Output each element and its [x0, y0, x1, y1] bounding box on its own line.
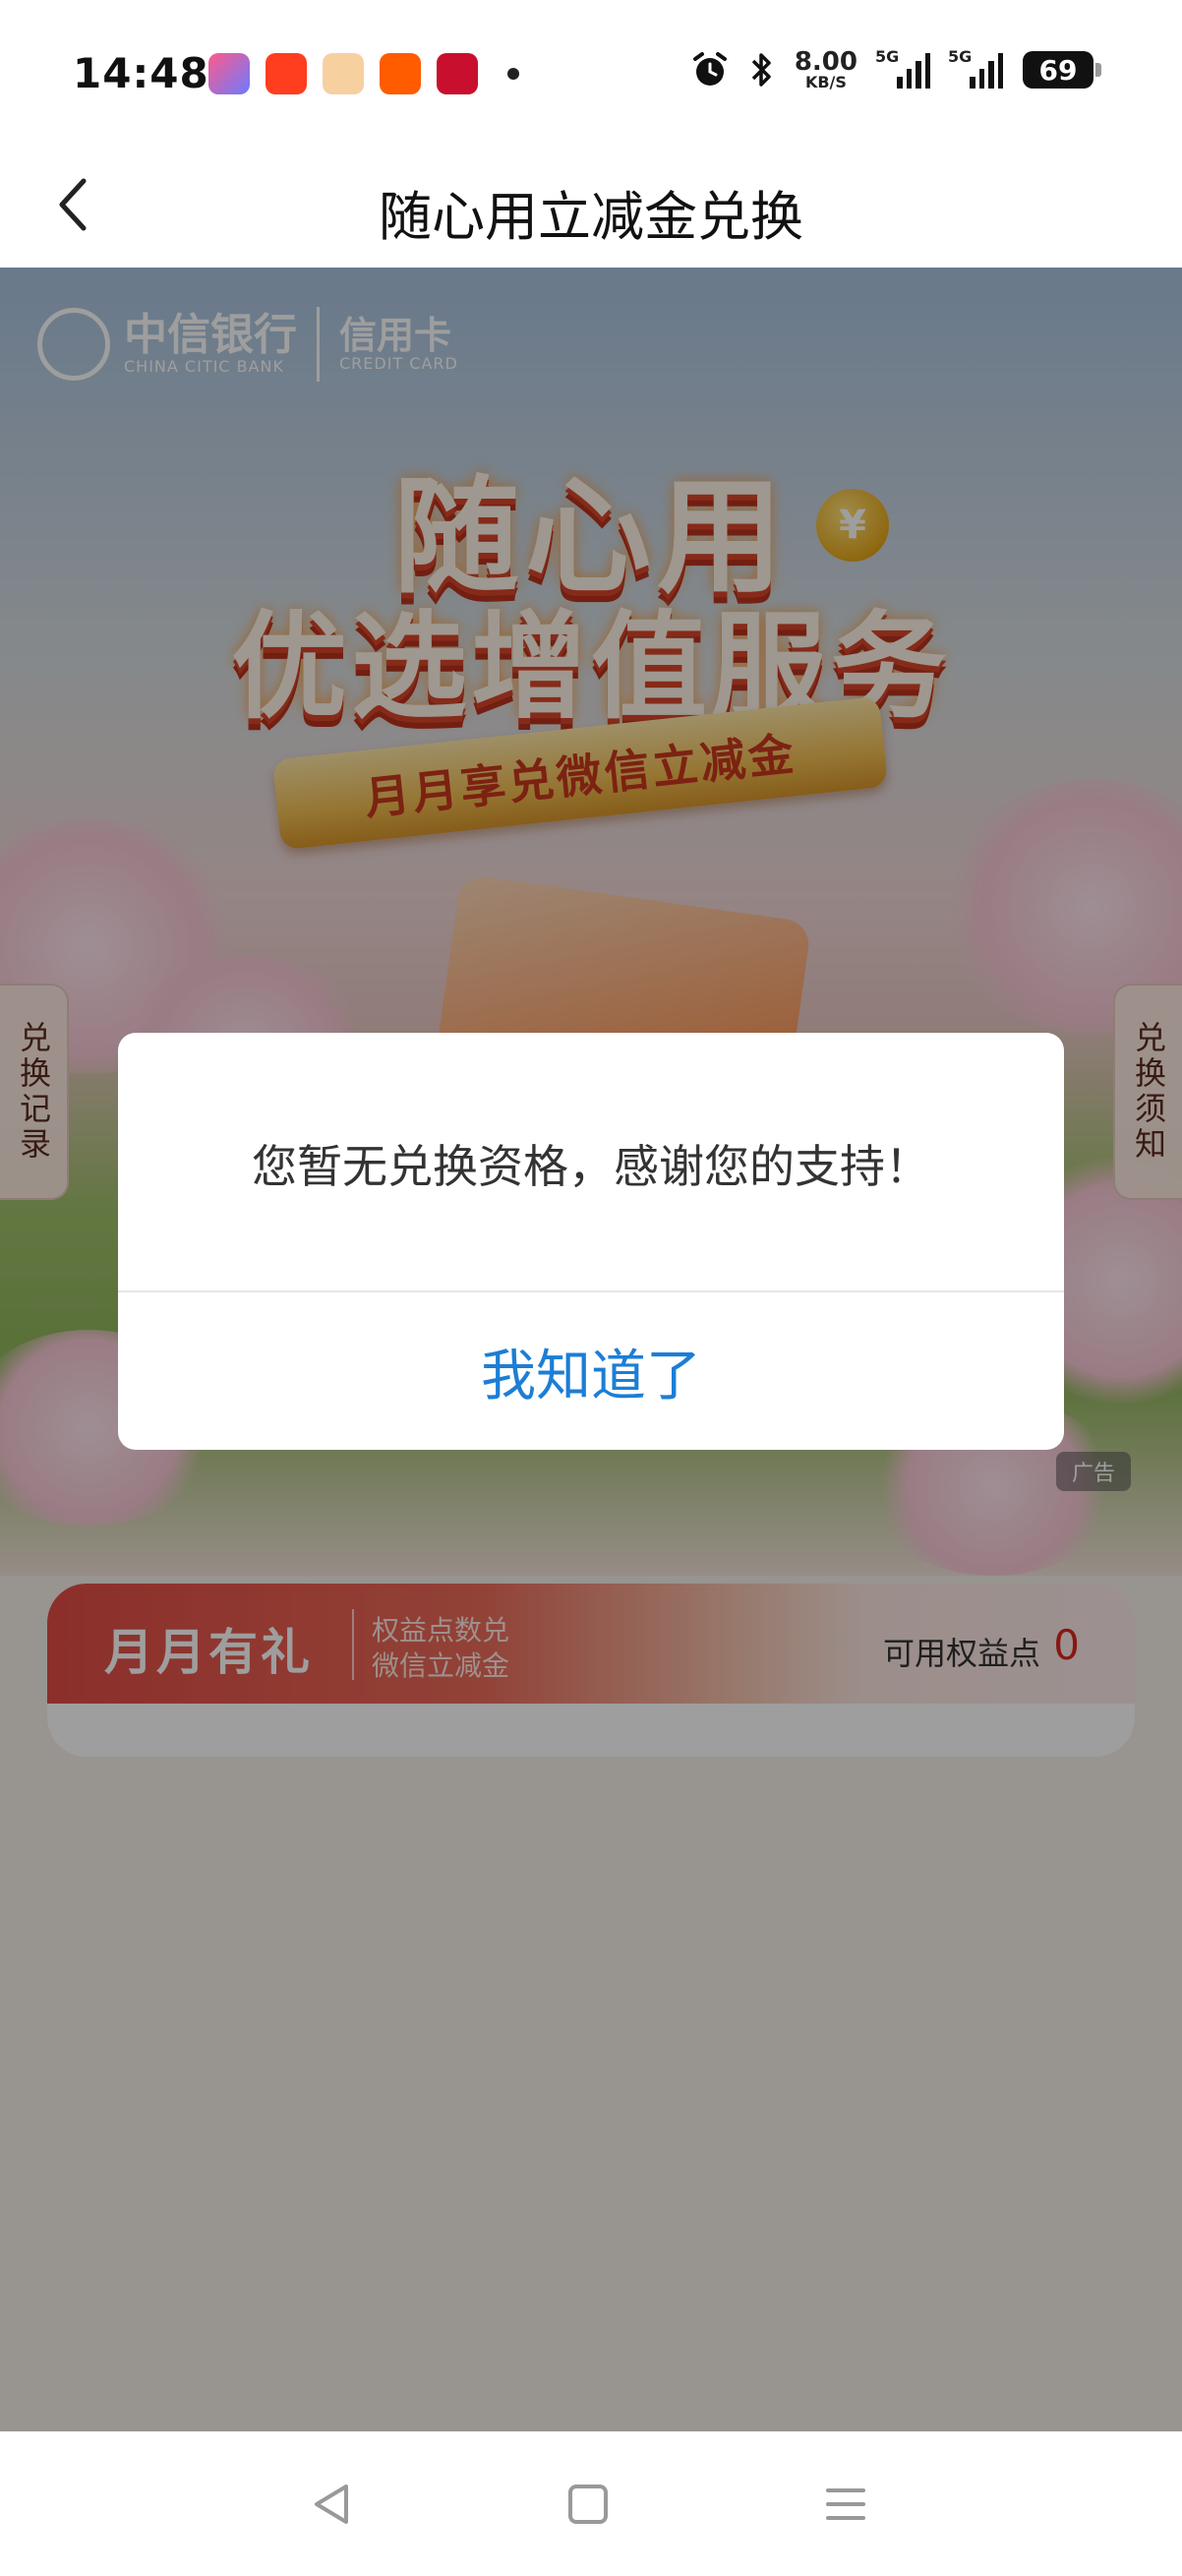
taobao-orange-icon	[266, 53, 307, 94]
pinduoduo-618-icon	[208, 53, 250, 94]
bluetooth-icon	[751, 53, 771, 87]
status-indicators: 8.00 KB/S 5G 5G 69	[690, 47, 1101, 91]
dialog-confirm-button[interactable]: 我知道了	[118, 1292, 1064, 1450]
nav-menu-button[interactable]	[816, 2475, 875, 2534]
alert-dialog: 您暂无兑换资格，感谢您的支持！ 我知道了	[118, 1033, 1064, 1450]
system-nav-bar	[0, 2431, 1182, 2576]
status-time: 14:48	[73, 49, 209, 97]
signal-5g-icon-1: 5G	[875, 47, 930, 89]
taobao-icon	[380, 53, 421, 94]
nav-bar: 随心用立减金兑换	[0, 148, 1182, 268]
bank-app-icon	[437, 53, 478, 94]
square-home-icon	[568, 2485, 608, 2524]
triangle-back-icon	[315, 2485, 348, 2524]
menu-lines-icon	[826, 2488, 865, 2520]
nav-home-button[interactable]	[559, 2475, 618, 2534]
signal-5g-icon-2: 5G	[948, 47, 1003, 89]
dialog-message: 您暂无兑换资格，感谢您的支持！	[252, 1140, 930, 1193]
meituan-icon	[323, 53, 364, 94]
notification-icons	[208, 53, 519, 94]
nav-back-button[interactable]	[301, 2475, 360, 2534]
alarm-icon	[692, 52, 727, 86]
status-bar: 14:48 8.00 KB/S 5G 5G 69	[0, 0, 1182, 148]
battery-icon: 69	[1023, 51, 1101, 89]
page-title: 随心用立减金兑换	[379, 186, 803, 248]
more-notifications-dot	[507, 68, 519, 80]
network-speed: 8.00 KB/S	[794, 47, 857, 91]
